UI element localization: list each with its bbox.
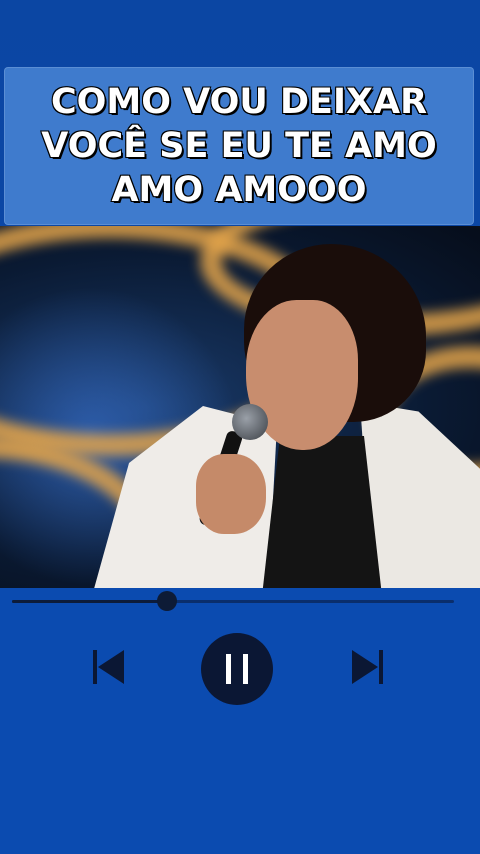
microphone-icon (232, 404, 268, 440)
seek-bar[interactable] (12, 591, 454, 611)
pause-icon (226, 654, 248, 684)
lyric-line-2: VOCÊ SE EU TE AMO (40, 125, 437, 167)
pause-button[interactable] (201, 633, 273, 705)
singer-hand (196, 454, 266, 534)
lyrics-card: COMO VOU DEIXAR VOCÊ SE EU TE AMO AMO AM… (4, 67, 474, 225)
video-frame[interactable] (0, 226, 480, 588)
player-controls (0, 588, 480, 854)
seek-progress (12, 600, 167, 603)
skip-previous-icon (93, 650, 124, 684)
singer-shirt (262, 436, 382, 588)
previous-button[interactable] (86, 646, 130, 688)
screen: COMO VOU DEIXAR VOCÊ SE EU TE AMO AMO AM… (0, 0, 480, 854)
lyric-line-3: AMO AMOOO (110, 169, 367, 211)
next-button[interactable] (346, 646, 390, 688)
lyric-line-1: COMO VOU DEIXAR (50, 81, 428, 123)
skip-next-icon (352, 650, 383, 684)
seek-thumb[interactable] (156, 591, 177, 611)
